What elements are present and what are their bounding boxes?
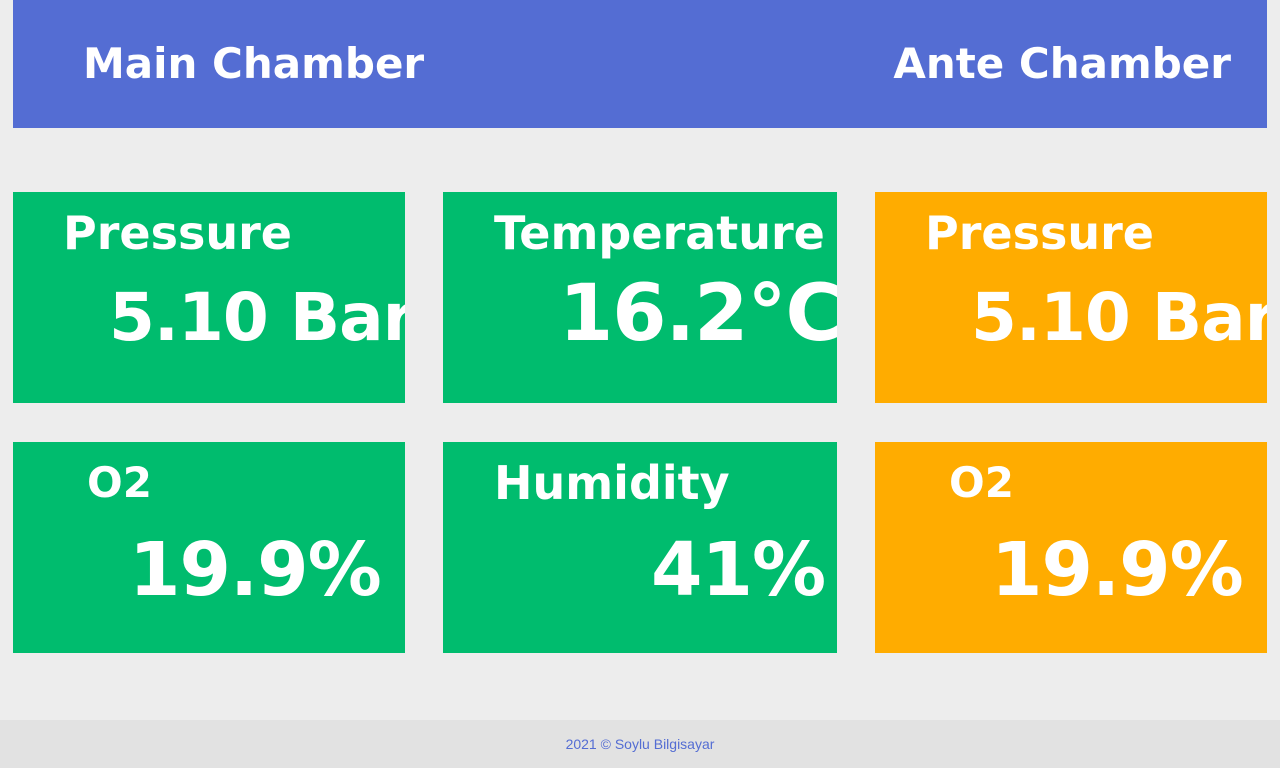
temperature-label: Temperature [494, 206, 825, 260]
temperature-value: 16.2°C [559, 269, 837, 359]
ante-o2-value: 19.9% [991, 527, 1244, 613]
header-bar: Main Chamber Ante Chamber [13, 0, 1267, 128]
main-o2-label: O2 [87, 458, 152, 507]
temperature-card: Temperature 16.2°C [443, 192, 837, 403]
ante-chamber-title: Ante Chamber [893, 39, 1231, 88]
humidity-label: Humidity [494, 456, 730, 510]
ante-o2-card: O2 19.9% [875, 442, 1267, 653]
humidity-value: 41% [651, 527, 826, 613]
footer-copyright: 2021 © Soylu Bilgisayar [565, 736, 715, 752]
main-o2-value: 19.9% [129, 527, 382, 613]
main-chamber-title: Main Chamber [83, 39, 425, 88]
ante-pressure-card: Pressure 5.10 Bar [875, 192, 1267, 403]
humidity-card: Humidity 41% [443, 442, 837, 653]
main-pressure-card: Pressure 5.10 Bar [13, 192, 405, 403]
ante-pressure-label: Pressure [925, 206, 1154, 260]
main-pressure-value: 5.10 Bar [109, 279, 405, 356]
footer-bar: 2021 © Soylu Bilgisayar [0, 720, 1280, 768]
ante-pressure-value: 5.10 Bar [971, 279, 1267, 356]
ante-o2-label: O2 [949, 458, 1014, 507]
main-o2-card: O2 19.9% [13, 442, 405, 653]
main-pressure-label: Pressure [63, 206, 292, 260]
